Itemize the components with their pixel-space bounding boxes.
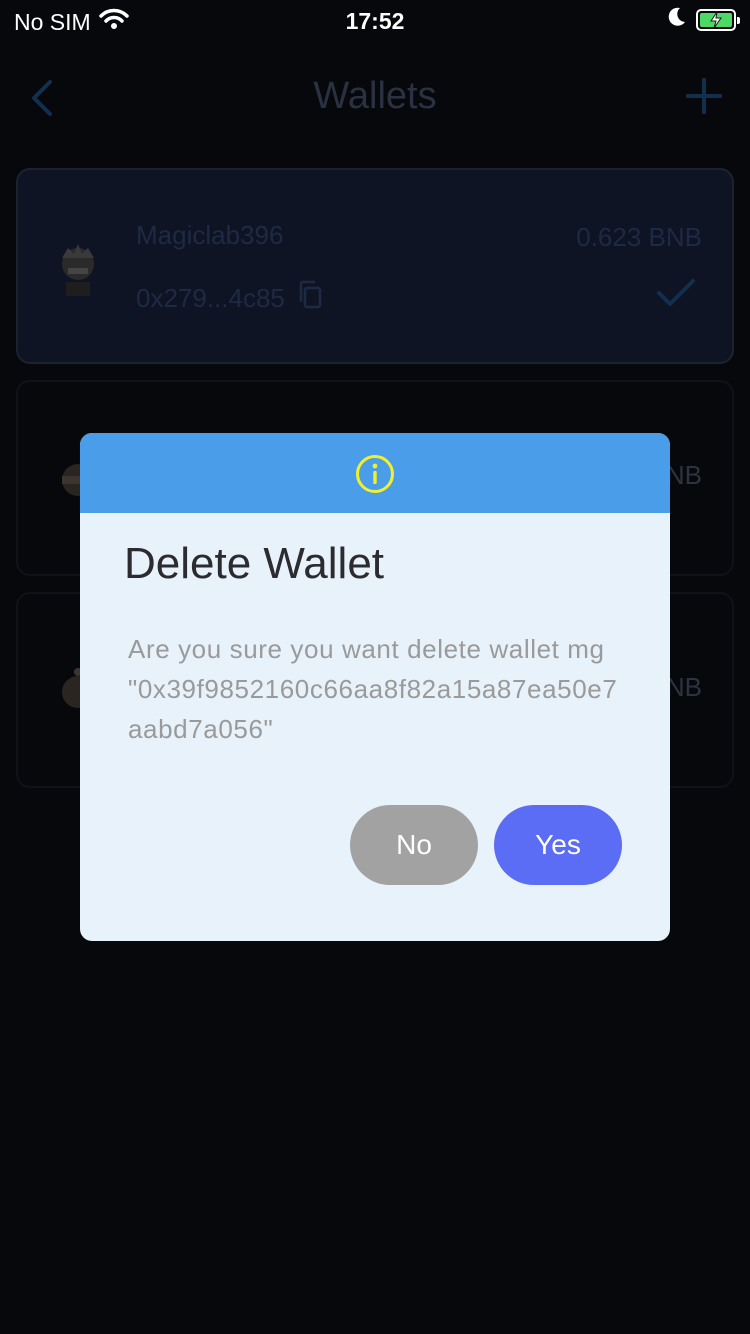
dialog-header	[80, 433, 670, 513]
dialog-title: Delete Wallet	[124, 539, 385, 588]
dialog-message: Are you sure you want delete wallet mg "…	[128, 634, 618, 744]
status-right	[666, 6, 740, 33]
status-bar: No SIM 17:52	[0, 0, 750, 44]
wallet-address: 0x279...4c85	[136, 283, 285, 313]
wallet-name: Magiclab396	[136, 220, 284, 250]
page-title: Wallets	[313, 75, 437, 117]
wallet-card-selected[interactable]: Magiclab396 0.623 BNB 0x279...4c85	[16, 168, 734, 364]
nav-bar: Wallets	[0, 60, 750, 136]
status-time: 17:52	[345, 8, 405, 34]
delete-wallet-dialog: Delete Wallet Are you sure you want dele…	[80, 433, 670, 941]
info-icon	[355, 454, 395, 499]
battery-charging-icon	[696, 8, 740, 31]
wallet-address-row: 0x279...4c85	[136, 280, 323, 317]
yes-button[interactable]: Yes	[494, 805, 622, 885]
copy-icon[interactable]	[297, 280, 323, 317]
no-button[interactable]: No	[350, 805, 478, 885]
checkmark-icon	[656, 278, 696, 313]
plus-icon[interactable]	[686, 78, 722, 119]
wallet-balance: NB	[665, 460, 702, 490]
avatar	[62, 244, 94, 296]
moon-icon	[666, 6, 686, 33]
wallet-balance: NB	[665, 672, 702, 702]
wallet-balance: 0.623 BNB	[576, 222, 702, 252]
